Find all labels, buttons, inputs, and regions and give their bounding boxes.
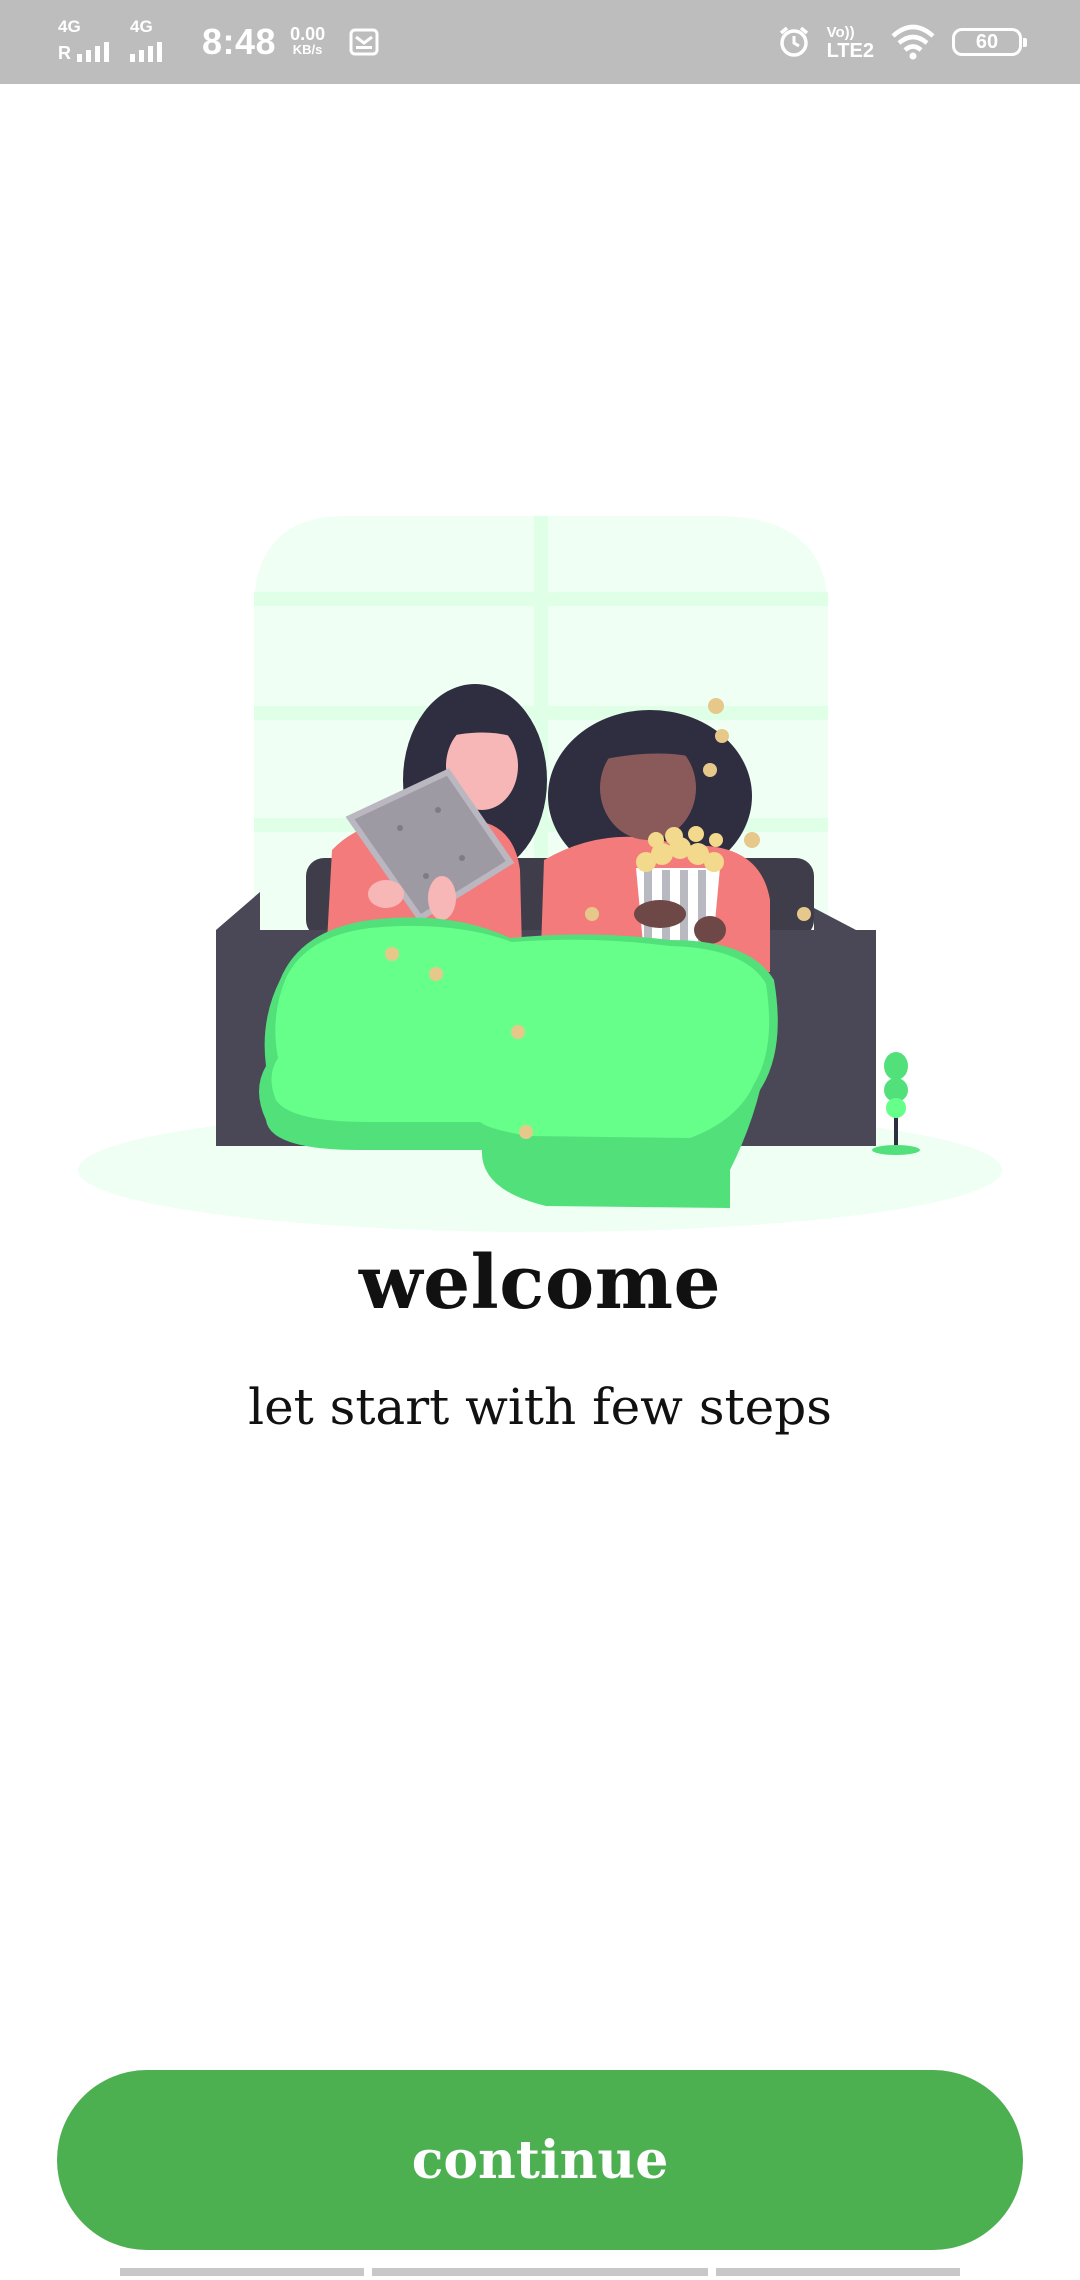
sim2-network-type: 4G: [130, 17, 153, 36]
status-bar-right: Vo)) LTE2 60: [777, 0, 1027, 84]
battery-level: 60: [975, 30, 999, 53]
signal-icon: [130, 42, 162, 62]
signal-icon: R: [58, 42, 109, 62]
network-speed-value: 0.00: [290, 24, 326, 44]
sim1-network-type: 4G: [58, 17, 81, 36]
roaming-indicator: R: [58, 43, 71, 63]
step-segment: [716, 2268, 960, 2276]
mail-notification-icon: [349, 28, 379, 56]
network-speed-unit: KB/s: [292, 42, 323, 57]
network-speed: 0.00 KB/s: [290, 24, 326, 58]
welcome-illustration: [78, 516, 1002, 1232]
alarm-icon: [779, 26, 808, 57]
lte-label: LTE2: [826, 40, 874, 62]
sim2-signal: 4G: [130, 18, 192, 66]
battery-icon: 60: [952, 28, 1027, 56]
welcome-title: welcome: [358, 1240, 722, 1326]
step-segment: [372, 2268, 708, 2276]
clock: 8:48: [202, 21, 277, 62]
welcome-subtitle: let start with few steps: [248, 1378, 832, 1436]
status-bar: 4G R 4G 8:48 0.00 KB/s Vo)) LTE2 60: [0, 0, 1080, 84]
status-bar-left: 4G R 4G 8:48 0.00 KB/s: [58, 0, 379, 84]
step-segment: [120, 2268, 364, 2276]
sim1-signal: 4G R: [58, 18, 120, 66]
continue-button[interactable]: continue: [57, 2070, 1023, 2250]
wifi-icon: [891, 24, 935, 60]
continue-button-label: continue: [411, 2129, 669, 2191]
volte-indicator: Vo)) LTE2: [826, 24, 874, 62]
